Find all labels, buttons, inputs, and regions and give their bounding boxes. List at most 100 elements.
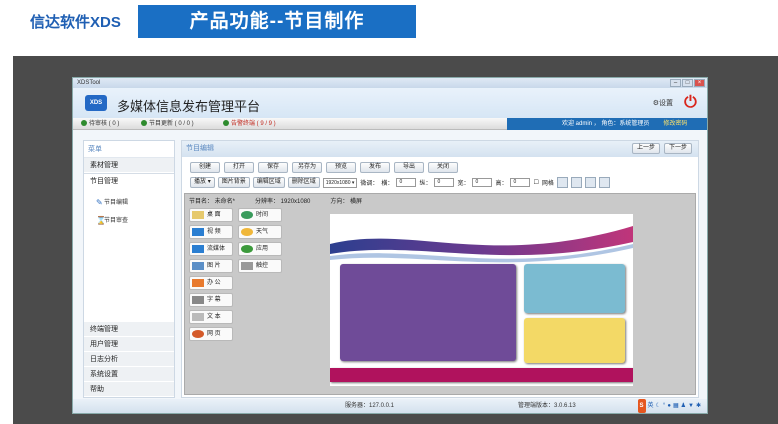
sidebar-item-terminal[interactable]: 终端管理 <box>84 322 174 337</box>
sidebar-item-logs[interactable]: 日志分析 <box>84 352 174 367</box>
sidebar-subitem-review-label: 节目审查 <box>104 218 129 224</box>
zone-top-right[interactable] <box>524 264 625 313</box>
punctuation-icon: ° <box>662 403 666 409</box>
widget-image-label: 图 片 <box>207 263 221 269</box>
align-right-icon[interactable] <box>584 177 596 188</box>
delete-area-button[interactable]: 删除区域 <box>287 177 320 188</box>
height-spinner[interactable]: 0 <box>510 178 531 187</box>
edit-toolbar: 播放 ▾ 图片背景 编辑区域 删除区域 1920x1080 ▾ 微调： 横： 0 … <box>190 177 610 188</box>
widget-video[interactable]: 视 频 <box>189 225 233 239</box>
video-icon <box>192 228 204 236</box>
align-center-icon[interactable] <box>570 177 582 188</box>
publish-button[interactable]: 发布 <box>360 162 390 173</box>
sidebar-subitem-review[interactable]: ⌛ 节目审查 <box>84 212 174 230</box>
sidebar-item-material[interactable]: 素材管理 <box>84 158 174 173</box>
widget-office[interactable]: 办 公 <box>189 276 233 290</box>
zone-bottom-strip[interactable] <box>330 368 633 382</box>
edit-area-button[interactable]: 编辑区域 <box>252 177 285 188</box>
slide-header: 信达软件XDS 产品功能--节目制作 <box>0 0 778 46</box>
moon-icon: ☾ <box>655 403 661 409</box>
window-caption: XDSTool <box>77 80 101 86</box>
widget-web[interactable]: 网 页 <box>189 327 233 341</box>
status-updates-label: 节目更新 ( 0 / 0 ) <box>149 121 194 127</box>
sidebar-header: 菜单 <box>84 141 174 158</box>
settings-button[interactable]: ⚙设置 <box>653 98 673 108</box>
server-address: 服务器：127.0.0.1 <box>345 403 395 409</box>
brand-label: 信达软件XDS <box>30 14 121 31</box>
align-left-icon[interactable] <box>556 177 568 188</box>
y-spinner[interactable]: 0 <box>434 178 455 187</box>
widget-stream[interactable]: 流媒体 <box>189 242 233 256</box>
app-icon <box>241 245 253 253</box>
resolution-select[interactable]: 1920x1080 ▾ <box>322 177 358 188</box>
sidebar-item-users[interactable]: 用户管理 <box>84 337 174 352</box>
sidebar-subitem-edit[interactable]: ✎ 节目编辑 <box>84 194 174 212</box>
widget-text[interactable]: 文 本 <box>189 310 233 324</box>
widget-weather[interactable]: 天气 <box>238 225 282 239</box>
ime-language[interactable]: 英 <box>648 399 654 413</box>
keyboard-icon: ▦ <box>672 403 679 409</box>
zone-main[interactable] <box>340 264 516 361</box>
maximize-button[interactable]: □ <box>682 79 693 87</box>
welcome-banner: 欢迎 admin ， 角色：系统管理员 修改密码 <box>507 118 707 130</box>
desktop-icon <box>192 211 204 219</box>
widget-stream-label: 流媒体 <box>207 246 226 252</box>
prev-step-button[interactable]: 上一步 <box>632 143 660 154</box>
app-header: XDS 多媒体信息发布管理平台 ⚙设置 ⏻ <box>73 88 707 118</box>
widget-app[interactable]: 应用 <box>238 242 282 256</box>
program-info: 节目名： 未命名* 分辨率： 1920x1080 方向： 横屏 <box>189 196 362 205</box>
close-button[interactable]: 关闭 <box>428 162 458 173</box>
layout-preview <box>330 214 633 386</box>
layout-icon[interactable] <box>598 177 610 188</box>
widget-desktop[interactable]: 桌 面 <box>189 208 233 222</box>
mic-icon: ● <box>667 403 671 409</box>
x-spinner[interactable]: 0 <box>396 178 417 187</box>
grid-checkbox[interactable]: ☐ <box>533 179 538 186</box>
ime-toolbar[interactable]: S 英 ☾ ° ● ▦ ♟ ▼ ✱ <box>637 399 701 413</box>
next-step-button[interactable]: 下一步 <box>664 143 692 154</box>
program-direction: 方向： 横屏 <box>330 199 363 205</box>
zone-bottom-right[interactable] <box>524 318 625 363</box>
program-resolution: 分辨率： 1920x1080 <box>255 199 311 205</box>
widget-time[interactable]: 时间 <box>238 208 282 222</box>
web-icon <box>192 330 204 338</box>
status-dot-icon <box>81 120 87 127</box>
y-label: 纵： <box>419 181 432 187</box>
subtitle-icon <box>192 296 204 304</box>
export-button[interactable]: 导出 <box>394 162 424 173</box>
widget-image[interactable]: 图 片 <box>189 259 233 273</box>
version-info: 管理端版本：3.0.6.13 <box>518 403 576 409</box>
status-alarms[interactable]: 告警终端 ( 9 / 9 ) <box>223 118 276 130</box>
create-button[interactable]: 创建 <box>190 162 220 173</box>
close-window-button[interactable]: × <box>694 79 705 87</box>
image-icon <box>192 262 204 270</box>
chevron-down-icon: ▾ <box>207 179 211 185</box>
main-toolbar: 创建 打开 保存 另存为 预览 发布 导出 关闭 <box>190 162 458 173</box>
minimize-button[interactable]: – <box>670 79 681 87</box>
preview-button[interactable]: 预览 <box>326 162 356 173</box>
widget-time-label: 时间 <box>256 212 269 218</box>
status-pending-label: 待审核 ( 0 ) <box>89 121 120 127</box>
change-password-link[interactable]: 修改密码 <box>663 121 687 127</box>
sidebar-item-settings[interactable]: 系统设置 <box>84 367 174 382</box>
width-spinner[interactable]: 0 <box>472 178 493 187</box>
office-icon <box>192 279 204 287</box>
status-updates[interactable]: 节目更新 ( 0 / 0 ) <box>141 118 194 130</box>
sidebar-item-program[interactable]: 节目管理 <box>84 173 174 188</box>
widget-desktop-label: 桌 面 <box>207 212 221 218</box>
width-label: 宽： <box>457 181 470 187</box>
fine-tune-label: 微调： <box>360 181 379 187</box>
save-button[interactable]: 保存 <box>258 162 288 173</box>
play-button[interactable]: 播放 ▾ <box>190 177 215 188</box>
grid-label: 网格 <box>541 181 554 187</box>
editor-header: 节目编辑 上一步 下一步 <box>182 141 698 157</box>
widget-touch[interactable]: 触控 <box>238 259 282 273</box>
widget-subtitle[interactable]: 字 幕 <box>189 293 233 307</box>
save-as-button[interactable]: 另存为 <box>292 162 322 173</box>
image-background-button[interactable]: 图片背景 <box>217 177 250 188</box>
sidebar-item-help[interactable]: 帮助 <box>84 382 174 397</box>
open-button[interactable]: 打开 <box>224 162 254 173</box>
power-icon[interactable]: ⏻ <box>682 94 699 111</box>
status-pending[interactable]: 待审核 ( 0 ) <box>81 118 119 130</box>
pencil-icon: ✎ <box>96 198 103 207</box>
